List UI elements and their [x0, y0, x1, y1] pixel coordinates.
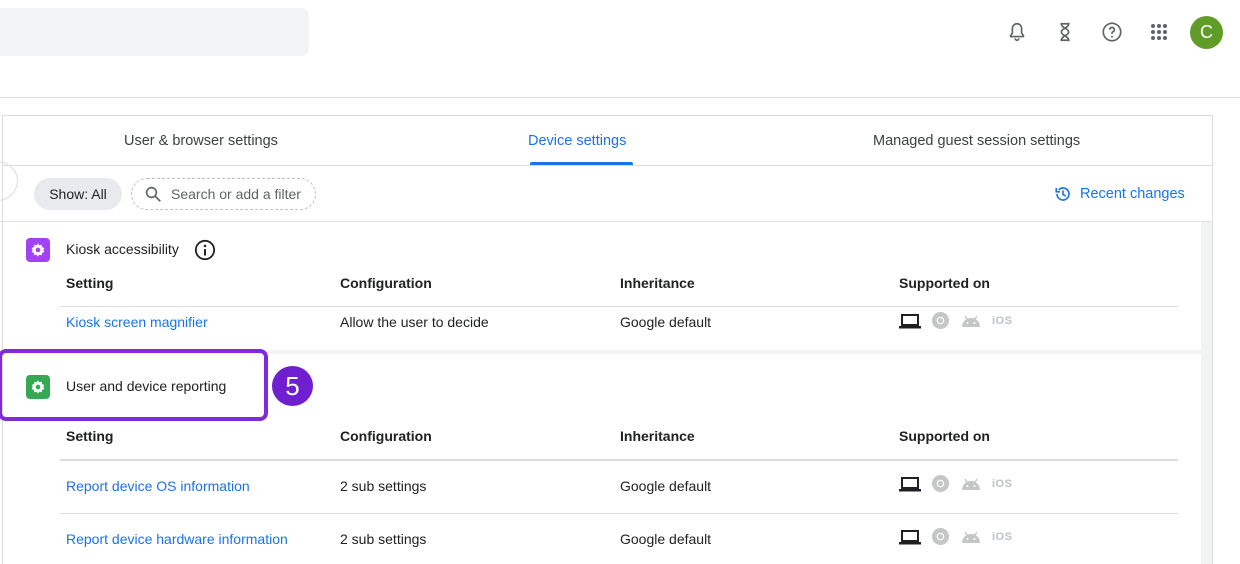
- android-icon: [962, 478, 980, 490]
- setting-link-report-device-os[interactable]: Report device OS information: [66, 478, 250, 494]
- configuration-value: 2 sub settings: [340, 478, 427, 494]
- android-icon: [962, 531, 980, 543]
- tab-managed-guest-session-settings[interactable]: Managed guest session settings: [873, 133, 1080, 149]
- column-header-setting: Setting: [66, 428, 114, 444]
- recent-changes-link[interactable]: Recent changes: [1054, 185, 1185, 203]
- inheritance-value: Google default: [620, 531, 712, 547]
- row-divider: [60, 513, 1178, 514]
- filter-search-input[interactable]: Search or add a filter: [131, 178, 316, 210]
- supported-platforms: iOS: [899, 311, 1022, 330]
- top-bar: C: [0, 0, 1240, 98]
- column-header-supported-on: Supported on: [899, 428, 990, 444]
- show-all-chip[interactable]: Show: All: [34, 178, 122, 210]
- filter-bar: Show: All Search or add a filter Recent …: [0, 165, 1211, 222]
- history-icon: [1055, 187, 1070, 201]
- search-icon: [145, 186, 161, 202]
- global-search-bar[interactable]: [0, 8, 309, 56]
- column-header-inheritance: Inheritance: [620, 428, 695, 444]
- setting-link-kiosk-screen-magnifier[interactable]: Kiosk screen magnifier: [66, 314, 208, 330]
- recent-changes-label: Recent changes: [1080, 186, 1185, 202]
- inheritance-value: Google default: [620, 478, 712, 494]
- setting-link-report-device-hardware[interactable]: Report device hardware information: [66, 531, 288, 547]
- column-header-inheritance: Inheritance: [620, 275, 695, 291]
- step-highlight-box: [0, 349, 268, 421]
- settings-gear-icon: [26, 238, 50, 262]
- header-divider: [60, 459, 1178, 461]
- hourglass-icon[interactable]: [1047, 14, 1083, 50]
- chrome-icon: [931, 527, 950, 546]
- help-icon[interactable]: [1094, 14, 1130, 50]
- section-title-kiosk-accessibility: Kiosk accessibility: [66, 241, 179, 257]
- ios-icon: iOS: [992, 314, 1013, 327]
- laptop-icon: [899, 476, 921, 491]
- avatar[interactable]: C: [1190, 16, 1223, 49]
- laptop-icon: [899, 313, 921, 328]
- step-number-badge: 5: [272, 366, 313, 406]
- header-divider: [60, 306, 1178, 307]
- configuration-value: Allow the user to decide: [340, 314, 489, 330]
- column-header-configuration: Configuration: [340, 428, 432, 444]
- supported-platforms: iOS: [899, 474, 1022, 493]
- android-icon: [962, 315, 980, 327]
- ios-icon: iOS: [992, 530, 1013, 543]
- tab-bar: User & browser settings Device settings …: [3, 116, 1212, 166]
- inheritance-value: Google default: [620, 314, 712, 330]
- apps-grid-icon[interactable]: [1141, 14, 1177, 50]
- configuration-value: 2 sub settings: [340, 531, 427, 547]
- tab-user-browser-settings[interactable]: User & browser settings: [124, 133, 278, 149]
- info-icon[interactable]: [194, 239, 216, 266]
- column-header-supported-on: Supported on: [899, 275, 990, 291]
- column-header-configuration: Configuration: [340, 275, 432, 291]
- filter-placeholder: Search or add a filter: [171, 186, 301, 202]
- supported-platforms: iOS: [899, 527, 1022, 546]
- chrome-icon: [931, 311, 950, 330]
- chrome-icon: [931, 474, 950, 493]
- tab-device-settings[interactable]: Device settings: [528, 133, 626, 149]
- bell-icon[interactable]: [999, 14, 1035, 50]
- column-header-setting: Setting: [66, 275, 114, 291]
- laptop-icon: [899, 529, 921, 544]
- ios-icon: iOS: [992, 477, 1013, 490]
- scrollbar[interactable]: [1201, 222, 1212, 564]
